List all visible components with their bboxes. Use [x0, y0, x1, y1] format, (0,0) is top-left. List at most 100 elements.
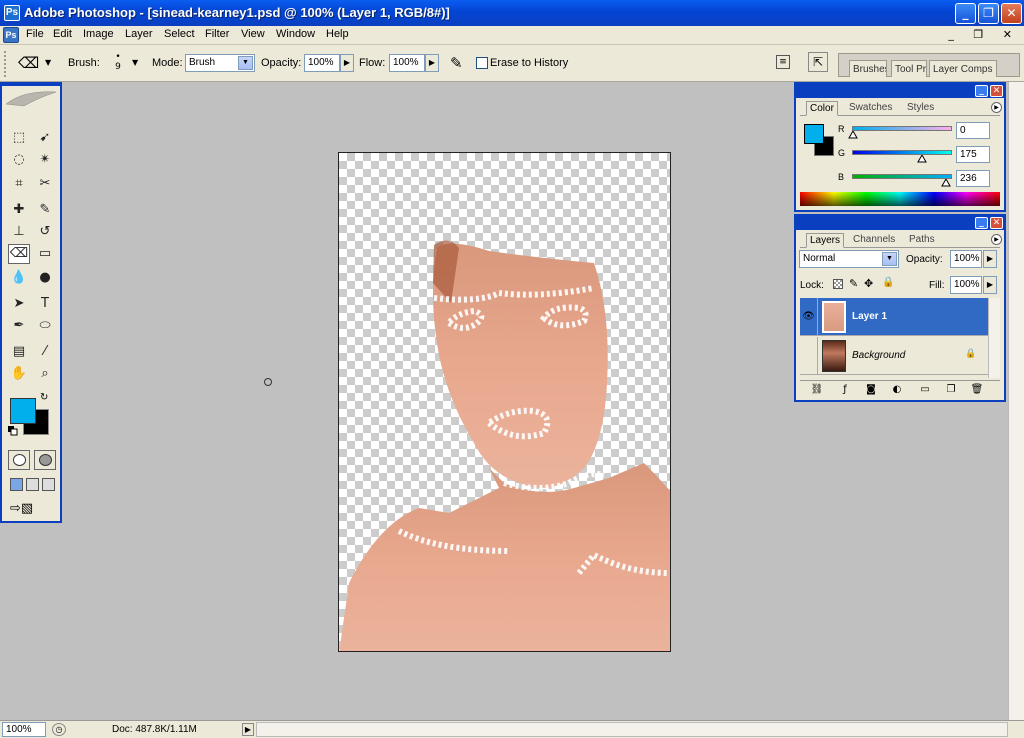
b-value-field[interactable]: 236	[956, 170, 990, 187]
erase-to-history-checkbox[interactable]	[476, 57, 488, 69]
new-group-icon[interactable]: ▭	[918, 384, 932, 396]
palette-minimize-icon[interactable]: _	[975, 217, 988, 229]
layer-row-background[interactable]: Background 🔒	[800, 337, 990, 375]
r-slider[interactable]	[852, 126, 952, 131]
g-slider[interactable]	[852, 150, 952, 155]
workspace-horizontal-scrollbar[interactable]	[256, 722, 1008, 737]
full-screen-mode-icon[interactable]	[42, 478, 55, 491]
dodge-tool-icon[interactable]: ●	[34, 268, 56, 288]
brush-preview[interactable]: • 9	[114, 52, 122, 72]
layer-style-icon[interactable]: ƒ	[838, 384, 852, 396]
layers-opacity-field[interactable]: 100%	[950, 250, 982, 268]
r-value-field[interactable]: 0	[956, 122, 990, 139]
blend-mode-select[interactable]: Normal ▼	[799, 250, 899, 268]
palette-minimize-icon[interactable]: _	[975, 85, 988, 97]
palette-close-icon[interactable]: ✕	[990, 217, 1003, 229]
menu-window[interactable]: Window	[276, 28, 315, 40]
document-canvas[interactable]	[338, 152, 671, 652]
g-slider-thumb[interactable]	[917, 155, 927, 163]
lasso-tool-icon[interactable]: ◌	[8, 150, 30, 170]
link-layers-icon[interactable]: ⛓	[810, 384, 824, 396]
history-brush-tool-icon[interactable]: ↺	[34, 222, 56, 242]
menu-file[interactable]: File	[26, 28, 44, 40]
magic-wand-tool-icon[interactable]: ✴	[34, 150, 56, 170]
menu-help[interactable]: Help	[326, 28, 349, 40]
palette-fg-swatch[interactable]	[804, 124, 824, 144]
r-slider-thumb[interactable]	[848, 131, 858, 139]
feather-logo-icon[interactable]	[4, 88, 58, 108]
b-slider[interactable]	[852, 174, 952, 179]
eraser-tool-preset-icon[interactable]: ⌫	[18, 54, 39, 72]
quick-mask-mode-button[interactable]	[34, 450, 56, 470]
well-tab-layer-comps[interactable]: Layer Comps	[929, 60, 997, 77]
layers-opacity-arrow-icon[interactable]: ▶	[983, 250, 997, 268]
well-tab-tool-presets[interactable]: Tool Pr	[891, 60, 927, 77]
hand-tool-icon[interactable]: ✋	[8, 364, 30, 384]
airbrush-icon[interactable]: ✎	[450, 54, 463, 72]
eraser-tool-icon[interactable]: ⌫	[8, 244, 30, 264]
shape-tool-icon[interactable]: ⬭	[34, 316, 56, 336]
layers-palette-titlebar[interactable]: _ ✕	[796, 216, 1004, 230]
document-window-controls[interactable]: _ ❐ ✕	[948, 28, 1020, 41]
mode-select[interactable]: Brush ▼	[185, 54, 255, 72]
opacity-field[interactable]: 100%	[304, 54, 340, 72]
lock-all-icon[interactable]: 🔒	[882, 277, 894, 288]
chevron-down-icon[interactable]: ▼	[882, 252, 897, 266]
add-mask-icon[interactable]: ◙	[864, 384, 878, 396]
minimize-button[interactable]: _	[955, 3, 976, 24]
type-tool-icon[interactable]: T	[34, 294, 56, 314]
close-button[interactable]: ✕	[1001, 3, 1022, 24]
flow-field[interactable]: 100%	[389, 54, 425, 72]
layer-row-layer-1[interactable]: 👁 Layer 1	[800, 298, 990, 336]
photoshop-app-icon[interactable]: Ps	[4, 5, 20, 21]
slice-tool-icon[interactable]: ✂	[34, 174, 56, 194]
adjustment-layer-icon[interactable]: ◐	[890, 384, 904, 396]
new-layer-icon[interactable]: ❐	[944, 384, 958, 396]
lock-pixels-icon[interactable]: ✎	[849, 277, 858, 290]
layers-scrollbar[interactable]	[988, 298, 1000, 378]
delete-layer-icon[interactable]: 🗑	[970, 384, 984, 396]
foreground-color-swatch[interactable]	[10, 398, 36, 424]
menu-image[interactable]: Image	[83, 28, 114, 40]
healing-brush-tool-icon[interactable]: ✚	[8, 200, 30, 220]
fill-arrow-icon[interactable]: ▶	[983, 276, 997, 294]
palette-menu-icon[interactable]: ▶	[991, 102, 1002, 113]
standard-mode-button[interactable]	[8, 450, 30, 470]
toggle-palettes-icon[interactable]: ⇱	[808, 52, 828, 72]
color-palette-titlebar[interactable]: _ ✕	[796, 84, 1004, 98]
b-slider-thumb[interactable]	[941, 179, 951, 187]
menu-select[interactable]: Select	[164, 28, 195, 40]
menu-filter[interactable]: Filter	[205, 28, 229, 40]
tab-channels[interactable]: Channels	[850, 233, 898, 248]
file-browser-icon[interactable]: ≡	[776, 55, 790, 69]
menu-layer[interactable]: Layer	[125, 28, 153, 40]
opacity-slider-arrow-icon[interactable]: ▶	[340, 54, 354, 72]
pen-tool-icon[interactable]: ✒	[8, 316, 30, 336]
visibility-empty-box[interactable]	[800, 337, 818, 375]
tab-swatches[interactable]: Swatches	[846, 101, 895, 116]
gradient-tool-icon[interactable]: ▭	[34, 244, 56, 264]
g-value-field[interactable]: 175	[956, 146, 990, 163]
fill-field[interactable]: 100%	[950, 276, 982, 294]
flow-slider-arrow-icon[interactable]: ▶	[425, 54, 439, 72]
chevron-down-icon[interactable]: ▼	[238, 56, 253, 70]
lock-position-icon[interactable]: ✥	[864, 277, 873, 290]
crop-tool-icon[interactable]: ⌗	[8, 174, 30, 194]
palette-close-icon[interactable]: ✕	[990, 85, 1003, 97]
clone-stamp-tool-icon[interactable]: ⊥	[8, 222, 30, 242]
swap-colors-icon[interactable]: ↻	[40, 392, 48, 403]
well-tab-brushes[interactable]: Brushes	[849, 60, 887, 77]
zoom-tool-icon[interactable]: ⌕	[34, 364, 56, 384]
notes-tool-icon[interactable]: ▤	[8, 342, 30, 362]
visibility-eye-icon[interactable]: 👁	[800, 298, 818, 336]
options-bar-grip[interactable]	[4, 51, 6, 77]
lock-transparency-icon[interactable]	[833, 279, 843, 289]
standard-screen-mode-icon[interactable]	[10, 478, 23, 491]
workspace-vertical-scrollbar[interactable]	[1008, 82, 1024, 720]
status-menu-arrow-icon[interactable]: ▶	[242, 723, 254, 736]
restore-button[interactable]: ❐	[978, 3, 999, 24]
eyedropper-tool-icon[interactable]: ⁄	[34, 342, 56, 362]
document-icon[interactable]: Ps	[3, 27, 19, 43]
menu-edit[interactable]: Edit	[53, 28, 72, 40]
zoom-level-field[interactable]: 100%	[2, 722, 46, 737]
